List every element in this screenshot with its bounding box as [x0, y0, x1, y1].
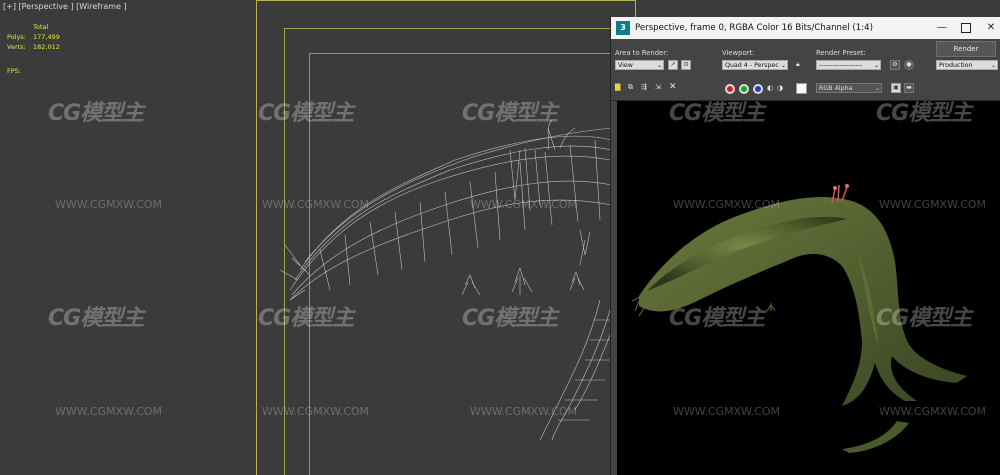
render-preset-dropdown[interactable]: ------------------- ⌄	[816, 60, 881, 70]
rendered-frame-window[interactable]: 3 Perspective, frame 0, RGBA Color 16 Bi…	[610, 17, 1000, 475]
clear-icon[interactable]: ✕	[669, 82, 677, 92]
viewport-value: Quad 4 - Perspec	[725, 62, 779, 69]
print-icon[interactable]: ⇲	[655, 83, 661, 91]
area-to-render-label: Area to Render:	[615, 49, 669, 57]
color-swatch[interactable]	[796, 83, 807, 94]
chevron-down-icon: ⌄	[656, 62, 662, 69]
render-preset-label: Render Preset:	[816, 49, 866, 57]
render-button[interactable]: Render	[936, 41, 996, 57]
copy-image-icon[interactable]: ⧉	[628, 83, 633, 92]
viewport-dropdown[interactable]: Quad 4 - Perspec ⌄	[722, 60, 788, 70]
clone-window-icon[interactable]: ⇶	[641, 83, 647, 91]
chevron-down-icon: ⌄	[780, 62, 786, 69]
rendered-tree-image	[631, 184, 967, 453]
area-to-render-value: View	[618, 62, 633, 69]
render-window-titlebar[interactable]: 3 Perspective, frame 0, RGBA Color 16 Bi…	[611, 17, 1000, 39]
edit-region-icon[interactable]: ↗	[668, 60, 678, 70]
chevron-down-icon: ⌄	[873, 62, 879, 69]
minimize-button[interactable]: —	[933, 20, 951, 36]
render-window-title: Perspective, frame 0, RGBA Color 16 Bits…	[635, 23, 873, 33]
render-toolbar: Area to Render: View ⌄ ↗ ⊡ Viewport: Quad…	[611, 39, 1000, 101]
rendered-image	[617, 101, 1000, 475]
chevron-down-icon: ⌄	[874, 85, 880, 92]
maximize-icon	[961, 23, 971, 33]
save-image-icon[interactable]: ▇	[615, 83, 620, 91]
chevron-down-icon: ⌄	[990, 62, 996, 69]
render-preset-value: -------------------	[819, 62, 863, 69]
maximize-button[interactable]	[957, 20, 975, 36]
display-channel-dropdown[interactable]: RGB Alpha ⌄	[816, 83, 882, 93]
toggle-ui-icon[interactable]: ▬	[904, 83, 914, 93]
3dsmax-app-icon: 3	[616, 21, 630, 35]
green-channel-toggle[interactable]	[739, 84, 749, 94]
toggle-ui-overlay-icon[interactable]: ▣	[891, 83, 901, 93]
close-button[interactable]: ✕	[982, 20, 1000, 36]
viewport-label: Viewport:	[722, 49, 755, 57]
blue-channel-toggle[interactable]	[753, 84, 763, 94]
environment-icon[interactable]: ●	[904, 60, 914, 70]
monochrome-icon[interactable]: ◑	[777, 84, 783, 92]
area-to-render-dropdown[interactable]: View ⌄	[615, 60, 664, 70]
render-mode-dropdown[interactable]: Production ⌄	[936, 60, 998, 70]
render-setup-icon[interactable]: ⚙	[890, 60, 900, 70]
red-channel-toggle[interactable]	[725, 84, 735, 94]
auto-region-icon[interactable]: ⊡	[681, 60, 691, 70]
render-mode-value: Production	[939, 62, 973, 69]
lock-icon[interactable]: 🔒︎	[796, 60, 800, 69]
alpha-channel-icon[interactable]: ◐	[767, 84, 773, 92]
display-channel-value: RGB Alpha	[819, 85, 853, 92]
